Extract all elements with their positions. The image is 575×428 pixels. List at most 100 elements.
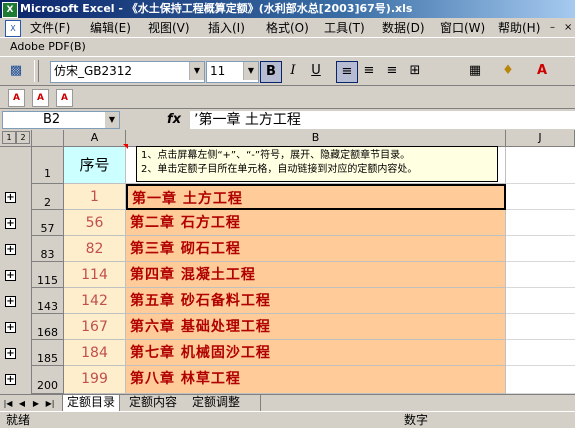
row-header[interactable]: 168 (32, 314, 64, 340)
menu-insert[interactable]: 插入(I) (206, 20, 247, 36)
fx-icon[interactable]: fx (165, 111, 183, 129)
status-bar: 就绪 数字 (0, 411, 575, 427)
chevron-down-icon[interactable]: ▼ (189, 62, 204, 80)
chapter-link-cell[interactable]: 第六章 基础处理工程 (126, 314, 506, 340)
outline-level-2-button[interactable]: 2 (16, 131, 30, 144)
name-box-value: B2 (43, 112, 61, 127)
seq-cell[interactable]: 114 (64, 262, 126, 288)
adobe-pdf-bar: Adobe PDF(B) (0, 38, 575, 56)
menu-edit[interactable]: 编辑(E) (88, 20, 133, 36)
first-sheet-icon[interactable]: |◀ (2, 397, 14, 410)
pdf-convert-icon[interactable]: A (8, 89, 25, 107)
menu-window[interactable]: 窗口(W) (438, 20, 487, 36)
pdf-review-icon[interactable]: A (56, 89, 73, 107)
font-size-select[interactable]: 11 ▼ (206, 61, 259, 83)
chapter-cell-selected[interactable]: 第一章 土方工程 (126, 184, 506, 210)
font-size-value: 11 (210, 64, 226, 78)
merge-center-icon[interactable]: ⊞ (405, 61, 425, 81)
chapter-link-cell[interactable]: 第七章 机械固沙工程 (126, 340, 506, 366)
expand-icon[interactable]: + (5, 244, 16, 255)
row-header[interactable]: 185 (32, 340, 64, 366)
expand-icon[interactable]: + (5, 348, 16, 359)
select-all-corner[interactable] (32, 130, 64, 147)
chevron-down-icon[interactable]: ▼ (105, 112, 119, 128)
menu-format[interactable]: 格式(O) (264, 20, 311, 36)
cell-j[interactable] (506, 147, 575, 184)
align-right-icon[interactable]: ≡ (382, 61, 402, 81)
cell-j[interactable] (506, 184, 575, 210)
row-header[interactable]: 2 (32, 184, 64, 210)
header-cell-seq[interactable]: 序号 (64, 147, 126, 184)
worksheet-grid[interactable]: 1 2 A B J 1 序号 + 2 1 第一章 土方工程 + 57 56 第二… (0, 130, 575, 394)
cell-j[interactable] (506, 340, 575, 366)
row-header[interactable]: 1 (32, 147, 64, 184)
cell-j[interactable] (506, 288, 575, 314)
expand-icon[interactable]: + (5, 218, 16, 229)
borders-icon[interactable]: ▦ (465, 61, 485, 81)
italic-button[interactable]: I (283, 61, 303, 81)
tab-adjust[interactable]: 定额调整 (188, 395, 244, 411)
menu-adobe-pdf[interactable]: Adobe PDF(B) (8, 39, 88, 55)
menu-view[interactable]: 视图(V) (146, 20, 192, 36)
cell-j[interactable] (506, 236, 575, 262)
seq-cell[interactable]: 142 (64, 288, 126, 314)
chevron-down-icon[interactable]: ▼ (243, 62, 258, 80)
seq-cell[interactable]: 56 (64, 210, 126, 236)
expand-icon[interactable]: + (5, 374, 16, 385)
status-numlock: 数字 (404, 413, 429, 427)
toolbar-grip[interactable] (34, 60, 39, 82)
next-sheet-icon[interactable]: ▶ (30, 397, 42, 410)
sheet-tab-bar: |◀ ◀ ▶ ▶| 定额目录 定额内容 定额调整 (0, 394, 575, 412)
align-left-icon[interactable]: ≡ (336, 61, 358, 83)
seq-cell[interactable]: 167 (64, 314, 126, 340)
column-header-j[interactable]: J (506, 130, 575, 147)
seq-cell[interactable]: 1 (64, 184, 126, 210)
chapter-link-cell[interactable]: 第五章 砂石备料工程 (126, 288, 506, 314)
expand-icon[interactable]: + (5, 192, 16, 203)
row-header[interactable]: 115 (32, 262, 64, 288)
align-center-icon[interactable]: ≡ (359, 61, 379, 81)
row-header[interactable]: 57 (32, 210, 64, 236)
column-header-b[interactable]: B (126, 130, 506, 147)
menu-tools[interactable]: 工具(T) (322, 20, 367, 36)
expand-icon[interactable]: + (5, 270, 16, 281)
minimize-doc-button[interactable]: – (548, 20, 557, 36)
save-icon[interactable]: ▩ (6, 61, 26, 81)
workbook-icon[interactable]: X (5, 20, 21, 37)
bold-button[interactable]: B (260, 61, 282, 83)
horizontal-scrollbar[interactable] (260, 395, 575, 411)
chapter-link-cell[interactable]: 第四章 混凝土工程 (126, 262, 506, 288)
chapter-link-cell[interactable]: 第三章 砌石工程 (126, 236, 506, 262)
cell-j[interactable] (506, 366, 575, 394)
pdf-email-icon[interactable]: A (32, 89, 49, 107)
underline-button[interactable]: U (306, 61, 326, 81)
tab-content[interactable]: 定额内容 (125, 395, 181, 411)
expand-icon[interactable]: + (5, 322, 16, 333)
menu-file[interactable]: 文件(F) (28, 20, 72, 36)
font-color-icon[interactable]: A (532, 61, 552, 81)
outline-level-1-button[interactable]: 1 (2, 131, 16, 144)
name-box[interactable]: B2 ▼ (2, 111, 120, 129)
cell-j[interactable] (506, 262, 575, 288)
close-doc-button[interactable]: × (562, 20, 574, 36)
column-header-a[interactable]: A (64, 130, 126, 147)
menu-data[interactable]: 数据(D) (380, 20, 427, 36)
seq-cell[interactable]: 82 (64, 236, 126, 262)
chapter-link-cell[interactable]: 第八章 林草工程 (126, 366, 506, 394)
chapter-link-cell[interactable]: 第二章 石方工程 (126, 210, 506, 236)
tab-contents[interactable]: 定额目录 (62, 395, 121, 412)
cell-j[interactable] (506, 314, 575, 340)
menu-help[interactable]: 帮助(H) (496, 20, 542, 36)
row-header[interactable]: 83 (32, 236, 64, 262)
cell-j[interactable] (506, 210, 575, 236)
fill-color-icon[interactable]: ♦ (498, 61, 518, 81)
formula-input[interactable]: ’第一章 土方工程 (190, 111, 575, 129)
row-header[interactable]: 143 (32, 288, 64, 314)
row-header[interactable]: 200 (32, 366, 64, 394)
prev-sheet-icon[interactable]: ◀ (16, 397, 28, 410)
seq-cell[interactable]: 184 (64, 340, 126, 366)
seq-cell[interactable]: 199 (64, 366, 126, 394)
last-sheet-icon[interactable]: ▶| (44, 397, 56, 410)
expand-icon[interactable]: + (5, 296, 16, 307)
font-name-select[interactable]: 仿宋_GB2312 ▼ (50, 61, 205, 83)
